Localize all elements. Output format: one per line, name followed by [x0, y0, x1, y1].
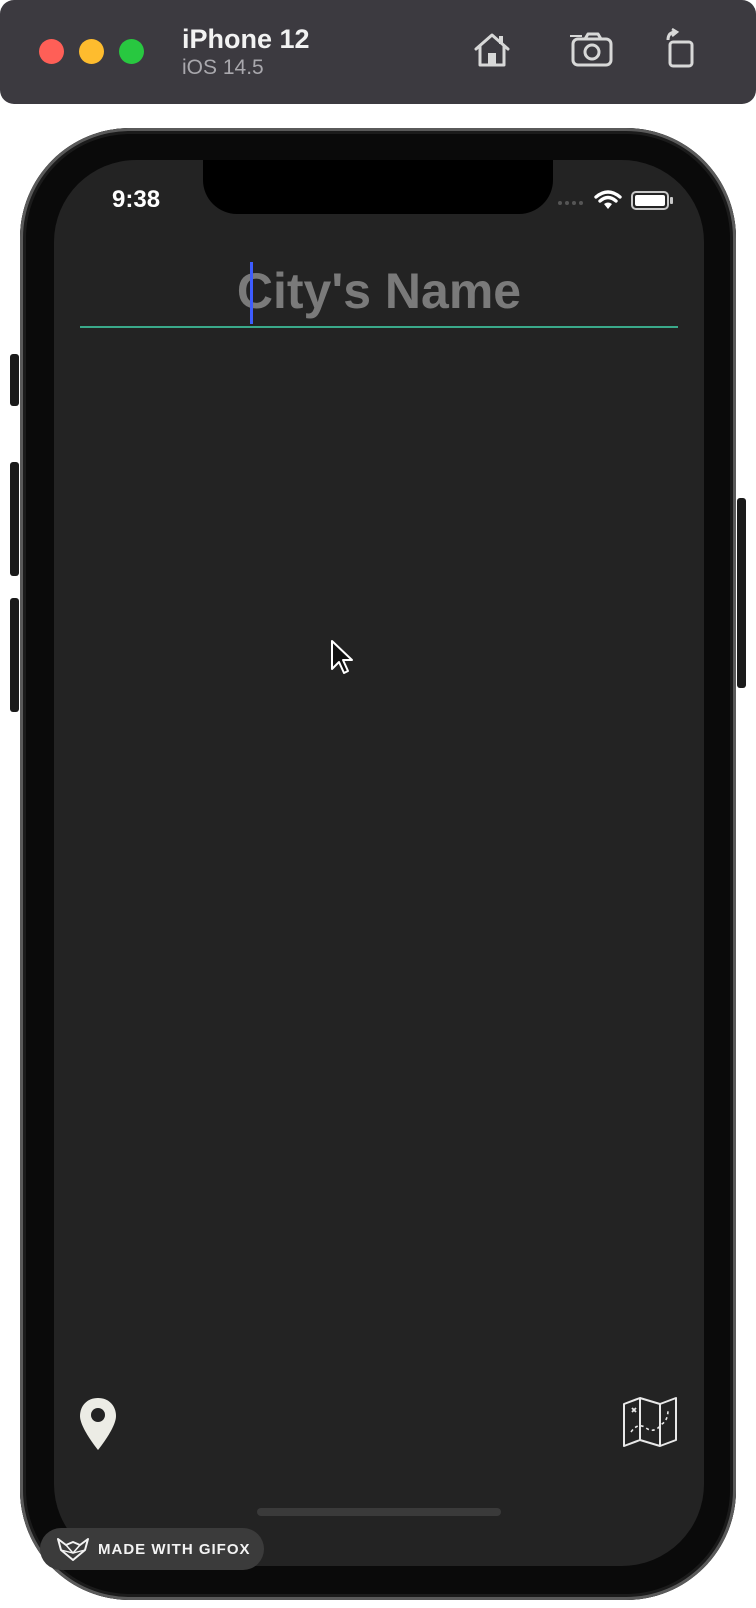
mute-switch [10, 354, 19, 406]
device-name: iPhone 12 [182, 24, 310, 54]
text-caret [250, 262, 253, 324]
status-time: 9:38 [112, 186, 161, 213]
simulator-title-bar: iPhone 12 iOS 14.5 [0, 0, 756, 104]
minimize-window-button[interactable] [79, 39, 104, 64]
city-input-placeholder: City's Name [236, 263, 522, 319]
battery-icon [631, 191, 673, 210]
notch [203, 160, 553, 214]
status-icons [558, 190, 673, 210]
map-icon[interactable] [622, 1396, 678, 1448]
wifi-icon [594, 190, 622, 209]
rotate-icon[interactable] [660, 28, 704, 72]
close-window-button[interactable] [39, 39, 64, 64]
home-icon[interactable] [470, 28, 514, 72]
mouse-pointer-icon [331, 640, 353, 674]
screenshot-icon[interactable] [570, 28, 614, 72]
app-screen: 9:38 City's Name [54, 160, 704, 1566]
watermark-text: MADE WITH GIFOX [98, 1540, 251, 1558]
zoom-window-button[interactable] [119, 39, 144, 64]
signal-icon [558, 201, 583, 205]
home-indicator[interactable] [257, 1508, 501, 1516]
gifox-watermark: MADE WITH GIFOX [40, 1528, 264, 1570]
volume-up-button [10, 462, 19, 576]
volume-down-button [10, 598, 19, 712]
fox-logo-icon [57, 1538, 89, 1561]
city-search-input[interactable]: City's Name [80, 256, 678, 328]
location-pin-icon[interactable] [78, 1396, 118, 1452]
power-button [737, 498, 746, 688]
os-version: iOS 14.5 [182, 56, 264, 79]
